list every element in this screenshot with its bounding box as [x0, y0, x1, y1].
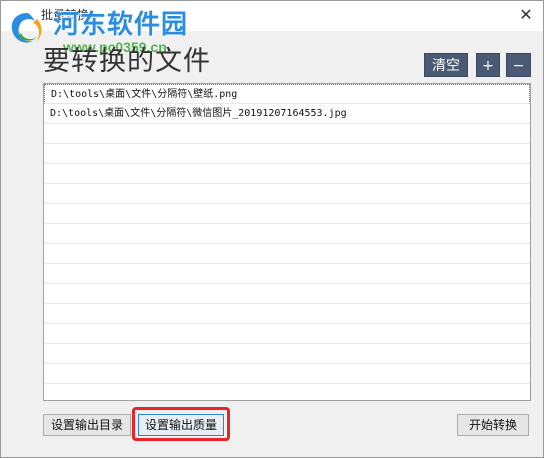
start-convert-button[interactable]: 开始转换 [457, 414, 529, 436]
close-icon[interactable]: ✕ [515, 4, 537, 26]
list-item[interactable] [44, 204, 530, 224]
set-output-dir-button[interactable]: 设置输出目录 [43, 414, 131, 436]
app-window: 批量转换 ✕ 河东软件园 www.pc0359.cn 要转换的文件 清空 + −… [0, 0, 544, 458]
list-item[interactable] [44, 344, 530, 364]
clear-button[interactable]: 清空 [424, 53, 468, 77]
list-item[interactable] [44, 324, 530, 344]
list-item[interactable] [44, 364, 530, 384]
list-item[interactable] [44, 244, 530, 264]
list-item[interactable] [44, 164, 530, 184]
list-item[interactable] [44, 284, 530, 304]
set-output-quality-button[interactable]: 设置输出质量 [138, 414, 224, 436]
list-item[interactable]: D:\tools\桌面\文件\分隔符\壁纸.png [44, 84, 530, 104]
list-item[interactable]: D:\tools\桌面\文件\分隔符\微信图片_20191207164553.j… [44, 104, 530, 124]
list-item[interactable] [44, 144, 530, 164]
swirl-logo-icon [11, 13, 42, 43]
remove-file-button[interactable]: − [506, 53, 531, 77]
watermark-site-name: 河东软件园 [53, 10, 189, 40]
add-file-button[interactable]: + [476, 53, 500, 77]
list-item[interactable] [44, 184, 530, 204]
list-item[interactable] [44, 124, 530, 144]
list-item[interactable] [44, 224, 530, 244]
file-list[interactable]: D:\tools\桌面\文件\分隔符\壁纸.png D:\tools\桌面\文件… [43, 83, 531, 401]
list-item[interactable] [44, 264, 530, 284]
page-title: 要转换的文件 [43, 46, 211, 77]
list-item[interactable] [44, 304, 530, 324]
list-item[interactable] [44, 384, 530, 400]
